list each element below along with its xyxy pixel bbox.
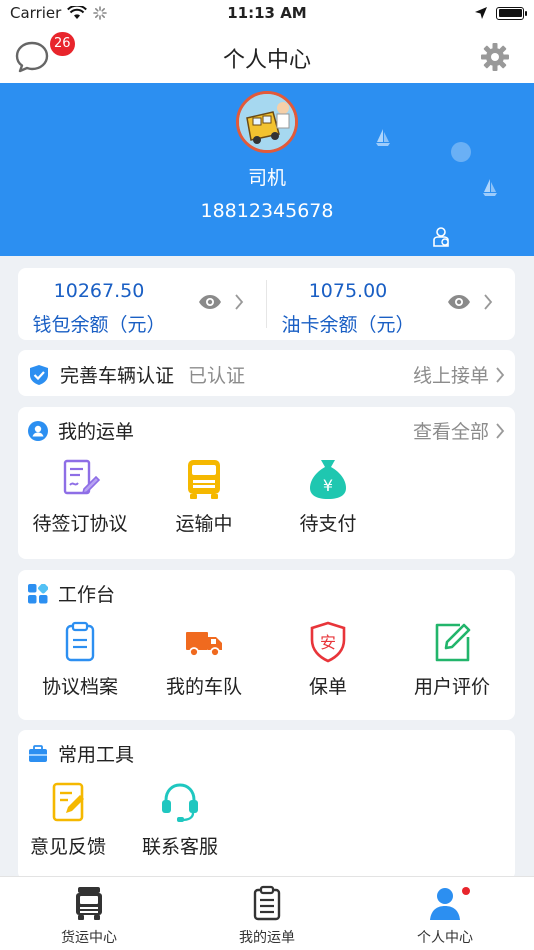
- user-name: 司机: [247, 167, 286, 189]
- tools-card: 常用工具 意见反馈 联系客服: [18, 730, 515, 880]
- my-orders-card: 我的运单 查看全部 待签订协议 运输中 ¥ 待支付: [18, 407, 515, 559]
- edit-review-icon: [435, 623, 471, 662]
- battery-icon: [496, 6, 527, 20]
- wallet-balance[interactable]: 10267.50 钱包余额（元）: [18, 268, 266, 340]
- order-item-label: 待签订协议: [32, 513, 128, 535]
- online-order-link[interactable]: 线上接单: [413, 361, 505, 388]
- settings-gear-icon[interactable]: [480, 42, 510, 72]
- tool-customer-service[interactable]: 联系客服: [122, 780, 238, 859]
- workbench-item-label: 用户评价: [413, 676, 490, 698]
- fuel-card-balance[interactable]: 1075.00 油卡余额（元）: [267, 268, 515, 340]
- certification-title: 完善车辆认证: [60, 365, 175, 387]
- vehicle-certification-row[interactable]: 完善车辆认证 已认证 线上接单: [18, 350, 515, 396]
- orders-title: 我的运单: [58, 421, 135, 443]
- certification-status: 已认证: [188, 365, 246, 387]
- driver-certificate-icon[interactable]: [430, 226, 452, 248]
- workbench-user-reviews[interactable]: 用户评价: [390, 620, 514, 699]
- status-time: 11:13 AM: [227, 4, 307, 22]
- sailboat-decoration-icon: [376, 129, 390, 146]
- apps-grid-icon: [28, 583, 48, 603]
- svg-text:¥: ¥: [323, 476, 333, 495]
- view-all-label: 查看全部: [412, 421, 489, 443]
- order-pending-payment[interactable]: ¥ 待支付: [266, 457, 390, 536]
- chevron-right-icon: [484, 294, 493, 310]
- clipboard-icon: [65, 621, 95, 662]
- order-in-transit[interactable]: 运输中: [142, 457, 266, 536]
- truck-tab-icon: [76, 887, 102, 920]
- workbench-item-label: 协议档案: [41, 676, 118, 698]
- notification-dot: [462, 887, 470, 895]
- order-item-label: 运输中: [175, 513, 233, 535]
- chevron-right-icon: [496, 422, 505, 439]
- workbench-insurance[interactable]: 安 保单: [266, 620, 390, 699]
- location-arrow-icon: [475, 7, 487, 19]
- driver-truck-avatar-icon: [239, 94, 295, 150]
- avatar[interactable]: [236, 91, 298, 153]
- feedback-note-icon: [52, 782, 84, 822]
- svg-text:安: 安: [320, 633, 336, 652]
- truck-front-icon: [188, 460, 220, 499]
- tab-freight-center[interactable]: 货运中心: [0, 885, 178, 947]
- chevron-right-icon: [235, 294, 244, 310]
- wallet-label: 钱包余额（元）: [32, 314, 166, 336]
- page-title: 个人中心: [222, 48, 311, 73]
- tool-feedback[interactable]: 意见反馈: [10, 780, 126, 859]
- order-item-label: 待支付: [299, 513, 357, 535]
- workbench-contract-archive[interactable]: 协议档案: [18, 620, 142, 699]
- tool-item-label: 意见反馈: [29, 836, 106, 858]
- online-order-label: 线上接单: [412, 365, 489, 387]
- money-bag-icon: ¥: [310, 460, 346, 499]
- workbench-card: 工作台 协议档案 我的车队 安 保单 用户评价: [18, 570, 515, 720]
- tools-title: 常用工具: [58, 744, 135, 766]
- bottom-tab-bar: 货运中心 我的运单 个人中心: [0, 876, 534, 950]
- eye-icon[interactable]: [447, 294, 471, 310]
- nav-bar: 26 个人中心: [0, 28, 534, 83]
- tab-my-waybills[interactable]: 我的运单: [178, 885, 356, 947]
- person-tab-icon: [430, 888, 460, 920]
- balance-card: 10267.50 钱包余额（元） 1075.00 油卡余额（元）: [18, 268, 515, 340]
- tab-label: 货运中心: [61, 930, 117, 946]
- chevron-right-icon: [496, 366, 505, 383]
- contract-sign-icon: [63, 459, 101, 495]
- waybill-tab-icon: [253, 885, 281, 921]
- user-phone: 18812345678: [200, 200, 334, 222]
- profile-header: 司机 18812345678: [0, 83, 534, 256]
- view-all-orders-link[interactable]: 查看全部: [413, 417, 505, 444]
- fuel-card-label: 油卡余额（元）: [281, 314, 415, 336]
- headset-icon: [162, 783, 198, 822]
- user-circle-icon: [28, 420, 48, 441]
- tool-item-label: 联系客服: [141, 836, 218, 858]
- bubble-decoration: [451, 142, 471, 162]
- workbench-item-label: 我的车队: [165, 676, 242, 698]
- workbench-item-label: 保单: [308, 676, 347, 698]
- order-pending-contract[interactable]: 待签订协议: [18, 457, 142, 536]
- fuel-card-amount: 1075.00: [308, 280, 388, 302]
- wallet-amount: 10267.50: [53, 280, 145, 302]
- toolbox-icon: [29, 744, 47, 762]
- verified-shield-icon: [30, 364, 48, 385]
- delivery-truck-icon: [186, 632, 222, 657]
- status-bar: Carrier 11:13 AM: [0, 0, 534, 28]
- tab-label: 个人中心: [417, 930, 473, 946]
- eye-icon[interactable]: [198, 294, 222, 310]
- insurance-shield-icon: 安: [310, 621, 346, 663]
- workbench-my-fleet[interactable]: 我的车队: [142, 620, 266, 699]
- workbench-title: 工作台: [58, 584, 116, 606]
- tab-label: 我的运单: [239, 930, 295, 946]
- tab-personal-center[interactable]: 个人中心: [356, 885, 534, 947]
